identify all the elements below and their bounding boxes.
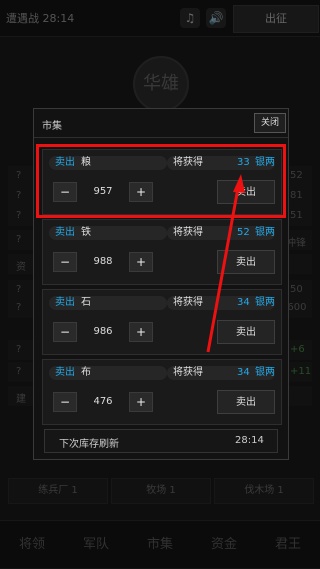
pointer-arrow <box>206 174 245 353</box>
